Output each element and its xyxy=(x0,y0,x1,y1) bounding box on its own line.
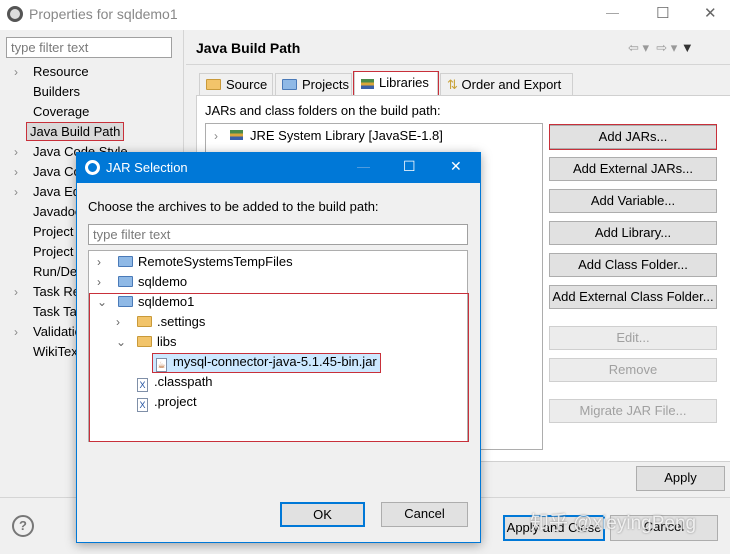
menu-icon[interactable]: ▼ xyxy=(681,40,694,55)
eclipse-gear-icon xyxy=(85,160,100,175)
add-external-class-folder-button[interactable]: Add External Class Folder... xyxy=(549,285,717,309)
expand-chevron-icon[interactable]: › xyxy=(14,185,18,199)
add-jars-highlight xyxy=(549,124,717,150)
dialog-titlebar: JAR Selection — ☐ ✕ xyxy=(77,153,480,183)
tab-label: Projects xyxy=(302,77,349,92)
expand-chevron-icon[interactable]: › xyxy=(97,255,101,269)
left-filter-input[interactable]: type filter text xyxy=(6,37,172,58)
order-icon: ⇅ xyxy=(447,77,458,92)
add-library-button[interactable]: Add Library... xyxy=(549,221,717,245)
expand-chevron-icon[interactable]: › xyxy=(97,275,101,289)
library-item[interactable]: JRE System Library [JavaSE-1.8] xyxy=(250,128,443,143)
nav-arrows[interactable]: ⇦ ▾ ⇨ ▾ ▼ xyxy=(628,40,694,56)
add-variable-button[interactable]: Add Variable... xyxy=(549,189,717,213)
close-button[interactable]: ✕ xyxy=(704,4,717,22)
add-external-jars-button[interactable]: Add External JARs... xyxy=(549,157,717,181)
forward-icon[interactable]: ⇨ ▾ xyxy=(656,40,677,55)
watermark: 知乎 @xieyingPeng xyxy=(530,513,697,534)
source-folder-icon xyxy=(206,79,221,90)
back-icon[interactable]: ⇦ ▾ xyxy=(628,40,649,55)
expand-chevron-icon[interactable]: › xyxy=(14,165,18,179)
project-folder-icon xyxy=(118,276,133,287)
sqldemo1-highlight xyxy=(89,293,469,442)
dialog-maximize-button[interactable]: ☐ xyxy=(403,158,416,175)
dialog-title: JAR Selection xyxy=(106,160,188,175)
add-class-folder-button[interactable]: Add Class Folder... xyxy=(549,253,717,277)
migrate-jar-file-button[interactable]: Migrate JAR File... xyxy=(549,399,717,423)
header-separator xyxy=(186,64,730,65)
tree-node[interactable]: sqldemo xyxy=(115,274,190,289)
expand-chevron-icon[interactable]: › xyxy=(214,129,218,143)
apply-button[interactable]: Apply xyxy=(636,466,725,491)
libraries-tab-highlight xyxy=(353,71,439,96)
jar-selection-dialog: JAR Selection — ☐ ✕ Choose the archives … xyxy=(76,152,481,543)
tree-node[interactable]: RemoteSystemsTempFiles xyxy=(115,254,296,269)
remove-button[interactable]: Remove xyxy=(549,358,717,382)
projects-icon xyxy=(282,79,297,90)
ok-button[interactable]: OK xyxy=(280,502,365,527)
window-titlebar: Properties for sqldemo1 — ☐ ✕ xyxy=(0,0,730,30)
eclipse-gear-icon xyxy=(7,6,23,22)
expand-chevron-icon[interactable]: › xyxy=(14,65,18,79)
tree-item-resource[interactable]: Resource xyxy=(30,63,92,80)
tree-item-java-build-path[interactable]: Java Build Path xyxy=(25,122,125,141)
window-title: Properties for sqldemo1 xyxy=(29,6,178,22)
tree-item-coverage[interactable]: Coverage xyxy=(30,103,92,120)
tab-source[interactable]: Source xyxy=(199,73,273,96)
dialog-filter-input[interactable]: type filter text xyxy=(88,224,468,245)
maximize-button[interactable]: ☐ xyxy=(656,4,669,22)
page-title: Java Build Path xyxy=(196,40,301,56)
expand-chevron-icon[interactable]: › xyxy=(14,325,18,339)
tree-node-label: RemoteSystemsTempFiles xyxy=(138,254,293,269)
tree-item-builders[interactable]: Builders xyxy=(30,83,83,100)
project-folder-icon xyxy=(118,256,133,267)
jars-label: JARs and class folders on the build path… xyxy=(205,103,441,118)
help-icon[interactable]: ? xyxy=(12,515,34,537)
dialog-close-button[interactable]: ✕ xyxy=(450,158,462,175)
tab-label: Order and Export xyxy=(461,77,562,92)
tab-projects[interactable]: Projects xyxy=(275,73,352,96)
dialog-cancel-button[interactable]: Cancel xyxy=(381,502,468,527)
edit-button[interactable]: Edit... xyxy=(549,326,717,350)
expand-chevron-icon[interactable]: › xyxy=(14,145,18,159)
dialog-prompt: Choose the archives to be added to the b… xyxy=(88,199,379,214)
tab-label: Source xyxy=(226,77,268,92)
tree-node-label: sqldemo xyxy=(138,274,188,289)
dialog-minimize-button[interactable]: — xyxy=(357,159,370,174)
expand-chevron-icon[interactable]: › xyxy=(14,285,18,299)
tab-order-export[interactable]: ⇅ Order and Export xyxy=(440,73,573,96)
minimize-button[interactable]: — xyxy=(606,5,619,20)
library-icon xyxy=(230,130,243,140)
